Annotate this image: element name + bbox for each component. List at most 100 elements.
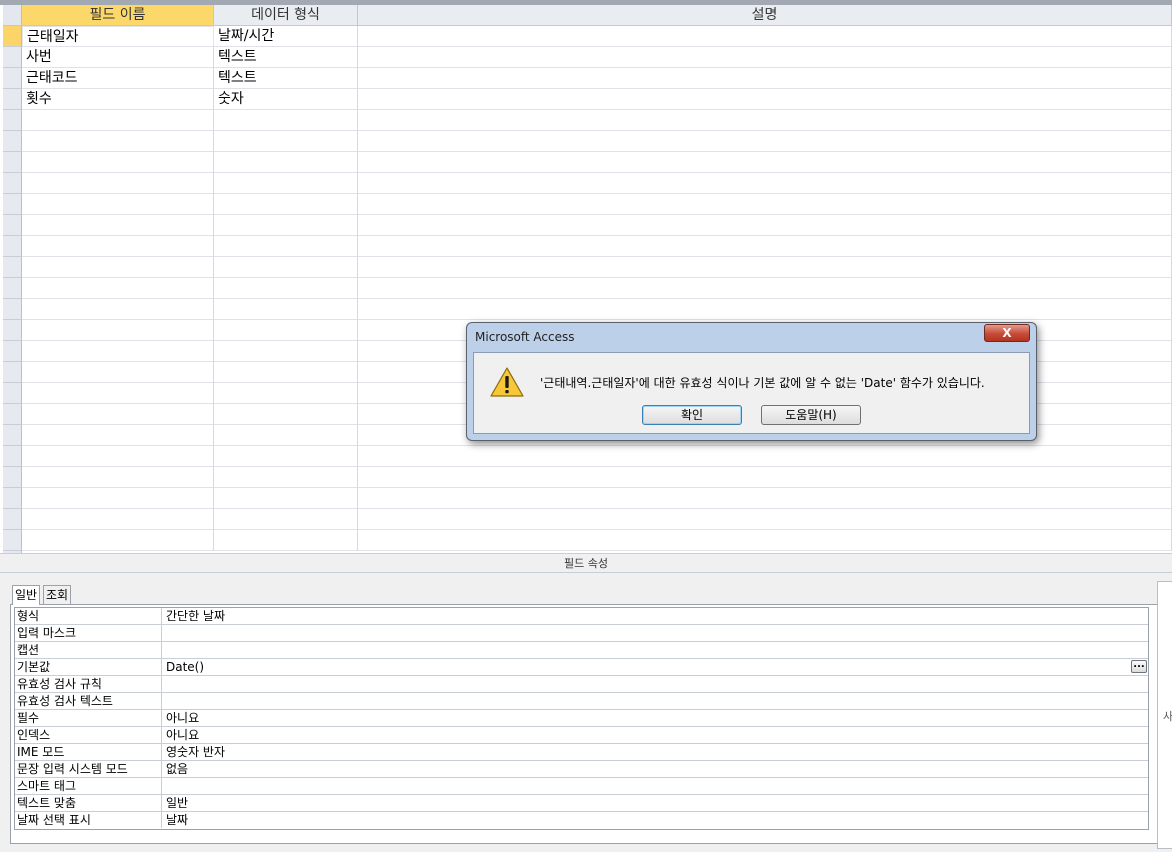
row-selector[interactable]	[3, 362, 22, 383]
row-selector[interactable]	[3, 446, 22, 467]
field-name-cell[interactable]	[22, 425, 214, 446]
description-cell[interactable]	[358, 173, 1172, 194]
table-row[interactable]	[0, 467, 1172, 488]
description-cell[interactable]	[358, 278, 1172, 299]
property-value[interactable]	[163, 642, 1148, 658]
field-name-cell[interactable]	[22, 257, 214, 278]
row-selector[interactable]	[3, 341, 22, 362]
data-type-cell[interactable]	[214, 152, 358, 173]
row-selector[interactable]	[3, 89, 22, 110]
row-selector[interactable]	[3, 383, 22, 404]
property-row[interactable]: 유효성 검사 규칙	[15, 676, 1148, 693]
table-design-grid[interactable]: 필드 이름 데이터 형식 설명 근태일자 날짜/시간 사번 텍스트 근태코드 텍스트 횟수 숫…	[0, 5, 1172, 553]
row-selector[interactable]	[3, 467, 22, 488]
data-type-cell[interactable]	[214, 299, 358, 320]
data-type-cell[interactable]	[214, 404, 358, 425]
data-type-cell[interactable]	[214, 236, 358, 257]
field-name-cell[interactable]	[22, 110, 214, 131]
table-row[interactable]	[0, 152, 1172, 173]
description-cell[interactable]	[358, 194, 1172, 215]
property-row[interactable]: 유효성 검사 텍스트	[15, 693, 1148, 710]
field-name-cell[interactable]	[22, 152, 214, 173]
field-name-cell[interactable]	[22, 278, 214, 299]
table-row[interactable]	[0, 530, 1172, 551]
row-selector[interactable]	[3, 131, 22, 152]
table-row[interactable]: 근태일자 날짜/시간	[0, 26, 1172, 47]
row-selector[interactable]	[3, 110, 22, 131]
description-cell[interactable]	[358, 152, 1172, 173]
description-cell[interactable]	[358, 68, 1172, 89]
data-type-cell[interactable]	[214, 173, 358, 194]
data-type-cell[interactable]	[214, 488, 358, 509]
data-type-cell[interactable]	[214, 362, 358, 383]
description-cell[interactable]	[358, 446, 1172, 467]
row-selector[interactable]	[3, 404, 22, 425]
field-name-cell[interactable]	[22, 488, 214, 509]
description-cell[interactable]	[358, 257, 1172, 278]
data-type-cell[interactable]	[214, 383, 358, 404]
table-row[interactable]: 근태코드 텍스트	[0, 68, 1172, 89]
description-cell[interactable]	[358, 26, 1172, 47]
data-type-cell[interactable]	[214, 194, 358, 215]
field-name-cell[interactable]	[22, 299, 214, 320]
field-name-cell[interactable]	[22, 236, 214, 257]
field-name-cell[interactable]	[22, 215, 214, 236]
description-cell[interactable]	[358, 110, 1172, 131]
property-row[interactable]: 기본값 Date()...	[15, 659, 1148, 676]
row-selector[interactable]	[3, 488, 22, 509]
field-name-cell[interactable]	[22, 383, 214, 404]
row-selector[interactable]	[3, 26, 22, 47]
property-row[interactable]: 형식 간단한 날짜	[15, 608, 1148, 625]
field-name-cell[interactable]: 사번	[22, 47, 214, 68]
tab-general[interactable]: 일반	[12, 585, 41, 605]
property-value[interactable]: 날짜	[163, 812, 1148, 828]
description-cell[interactable]	[358, 467, 1172, 488]
description-cell[interactable]	[358, 215, 1172, 236]
property-value[interactable]	[163, 676, 1148, 692]
field-name-cell[interactable]	[22, 194, 214, 215]
description-cell[interactable]	[358, 131, 1172, 152]
field-name-cell[interactable]: 근태일자	[22, 26, 214, 47]
table-row[interactable]	[0, 278, 1172, 299]
data-type-cell[interactable]	[214, 509, 358, 530]
help-button[interactable]: 도움말(H)	[761, 405, 861, 425]
property-value[interactable]: 간단한 날짜	[163, 608, 1148, 624]
field-name-cell[interactable]	[22, 173, 214, 194]
row-selector[interactable]	[3, 47, 22, 68]
row-selector[interactable]	[3, 425, 22, 446]
data-type-cell[interactable]	[214, 131, 358, 152]
property-value[interactable]: 아니요	[163, 727, 1148, 743]
property-row[interactable]: 텍스트 맞춤 일반	[15, 795, 1148, 812]
row-selector[interactable]	[3, 509, 22, 530]
data-type-cell[interactable]: 텍스트	[214, 68, 358, 89]
table-row[interactable]	[0, 236, 1172, 257]
row-selector[interactable]	[3, 173, 22, 194]
data-type-cell[interactable]	[214, 257, 358, 278]
expression-builder-button[interactable]: ...	[1131, 660, 1147, 673]
data-type-cell[interactable]	[214, 215, 358, 236]
field-name-cell[interactable]	[22, 530, 214, 551]
tab-lookup[interactable]: 조회	[43, 585, 72, 604]
row-selector[interactable]	[3, 299, 22, 320]
property-row[interactable]: 필수 아니요	[15, 710, 1148, 727]
property-value[interactable]	[163, 778, 1148, 794]
table-row[interactable]: 횟수 숫자	[0, 89, 1172, 110]
table-row[interactable]	[0, 488, 1172, 509]
field-name-cell[interactable]	[22, 467, 214, 488]
table-row[interactable]	[0, 446, 1172, 467]
field-name-cell[interactable]	[22, 404, 214, 425]
data-type-cell[interactable]	[214, 425, 358, 446]
property-row[interactable]: 입력 마스크	[15, 625, 1148, 642]
property-value[interactable]: 없음	[163, 761, 1148, 777]
row-selector[interactable]	[3, 215, 22, 236]
row-selector[interactable]	[3, 152, 22, 173]
property-row[interactable]: 인덱스 아니요	[15, 727, 1148, 744]
table-row[interactable]	[0, 110, 1172, 131]
table-row[interactable]: 사번 텍스트	[0, 47, 1172, 68]
description-cell[interactable]	[358, 47, 1172, 68]
table-row[interactable]	[0, 299, 1172, 320]
description-cell[interactable]	[358, 509, 1172, 530]
data-type-cell[interactable]: 텍스트	[214, 47, 358, 68]
table-row[interactable]	[0, 257, 1172, 278]
field-name-cell[interactable]	[22, 362, 214, 383]
